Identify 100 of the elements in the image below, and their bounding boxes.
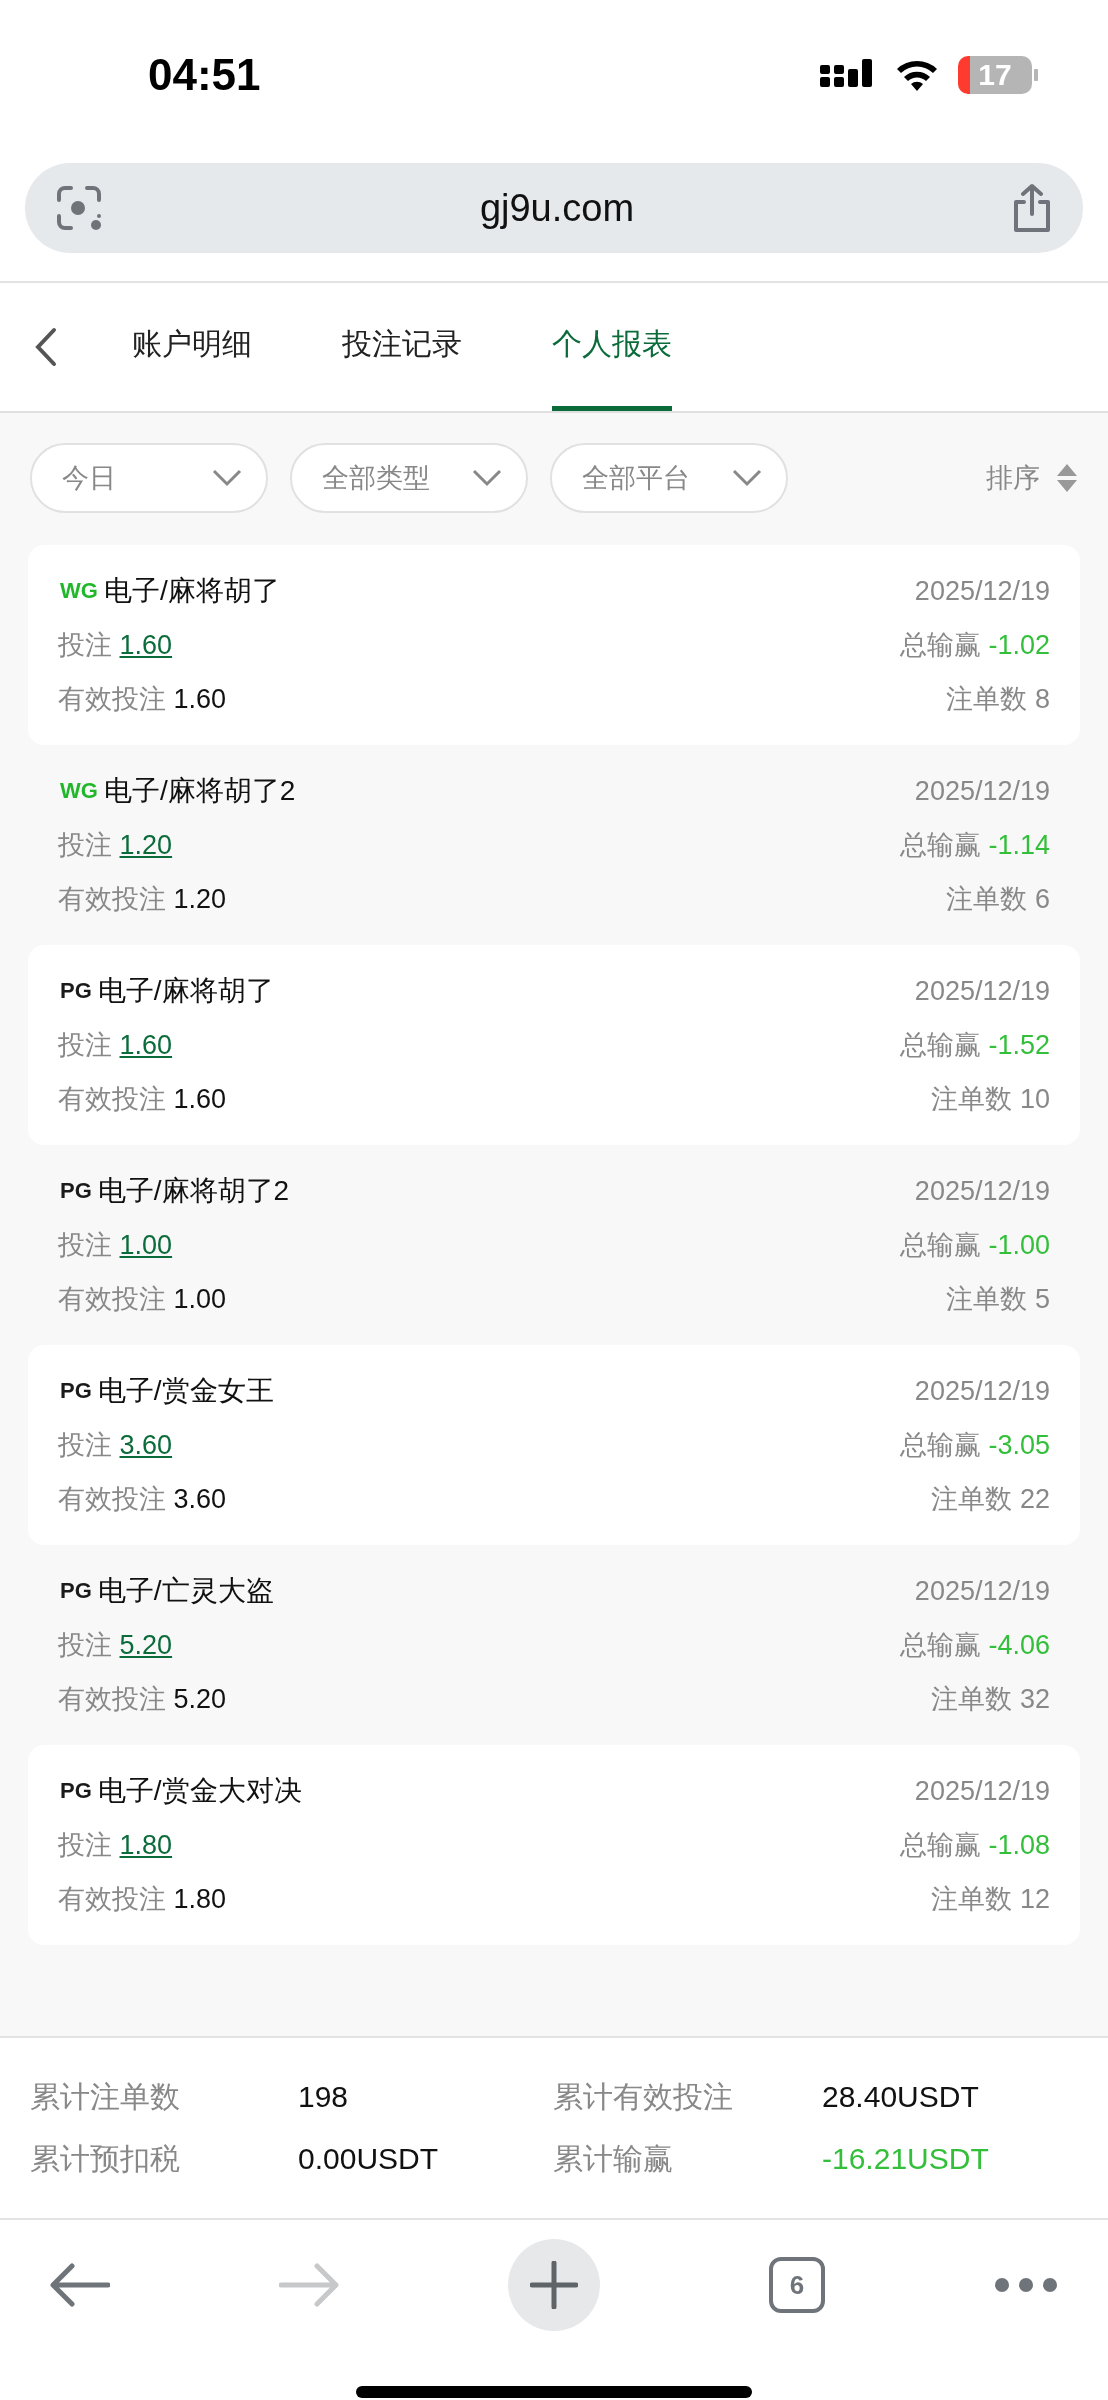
chevron-down-icon <box>212 469 242 487</box>
game-title: 电子/赏金女王 <box>97 1374 274 1408</box>
bet-count-label: 注单数 <box>931 1084 1013 1114</box>
win-loss-label: 总输赢 <box>899 1630 981 1660</box>
provider-logo: PG <box>59 1578 93 1604</box>
game-title: 电子/赏金大对决 <box>97 1774 302 1808</box>
chevron-down-icon <box>472 469 502 487</box>
bet-count-label: 注单数 <box>931 1484 1013 1514</box>
bet-amount-link[interactable]: 1.60 <box>119 630 173 660</box>
game-title: 电子/麻将胡了2 <box>97 1174 290 1208</box>
valid-bet-value: 5.20 <box>173 1684 227 1714</box>
game-title: 电子/麻将胡了2 <box>103 774 296 808</box>
bet-amount-link[interactable]: 3.60 <box>119 1430 173 1460</box>
game-title: 电子/麻将胡了 <box>97 974 274 1008</box>
bet-count-label: 注单数 <box>946 684 1028 714</box>
bet-count-value: 22 <box>1019 1484 1050 1514</box>
valid-bet-value: 1.60 <box>173 1084 227 1114</box>
valid-bet-value: 1.60 <box>173 684 227 714</box>
record-date: 2025/12/19 <box>914 1575 1050 1608</box>
chevron-down-icon <box>732 469 762 487</box>
summary-label: 累计输赢 <box>553 2141 674 2177</box>
valid-bet-label: 有效投注 <box>58 1884 166 1914</box>
valid-bet-value: 1.20 <box>173 884 227 914</box>
bet-count-value: 10 <box>1019 1084 1050 1114</box>
battery-indicator: 17 <box>958 56 1032 94</box>
win-loss-label: 总输赢 <box>899 1430 981 1460</box>
win-loss-value: -1.02 <box>988 630 1050 660</box>
share-icon[interactable] <box>1011 183 1053 233</box>
win-loss-value: -4.06 <box>988 1630 1050 1660</box>
bet-amount-link[interactable]: 1.20 <box>119 830 173 860</box>
bet-amount-link[interactable]: 5.20 <box>119 1630 173 1660</box>
summary-value: 0.00USDT <box>298 2141 440 2177</box>
filter-dropdown[interactable]: 今日 <box>30 443 268 513</box>
summary-value: 198 <box>298 2079 350 2115</box>
summary-value: 28.40USDT <box>822 2079 980 2115</box>
provider-logo: PG <box>59 1378 93 1404</box>
record-date: 2025/12/19 <box>914 1375 1050 1408</box>
bet-label: 投注 <box>58 1430 112 1460</box>
camera-scan-icon[interactable] <box>55 184 103 232</box>
filter-dropdown[interactable]: 全部平台 <box>550 443 788 513</box>
record-date: 2025/12/19 <box>914 1775 1050 1808</box>
valid-bet-label: 有效投注 <box>58 1484 166 1514</box>
bet-amount-link[interactable]: 1.80 <box>119 1830 173 1860</box>
record-date: 2025/12/19 <box>914 975 1050 1008</box>
record-date: 2025/12/19 <box>914 1175 1050 1208</box>
bet-count-label: 注单数 <box>946 1284 1028 1314</box>
valid-bet-value: 1.80 <box>173 1884 227 1914</box>
bet-count-value: 5 <box>1034 1284 1050 1314</box>
bet-label: 投注 <box>58 1830 112 1860</box>
bet-label: 投注 <box>58 830 112 860</box>
record-date: 2025/12/19 <box>914 775 1050 808</box>
sort-button[interactable]: 排序 <box>986 460 1040 496</box>
bet-count-label: 注单数 <box>931 1684 1013 1714</box>
win-loss-value: -1.52 <box>988 1030 1050 1060</box>
provider-logo: PG <box>59 1178 93 1204</box>
bet-count-value: 12 <box>1019 1884 1050 1914</box>
bet-amount-link[interactable]: 1.00 <box>119 1230 173 1260</box>
tab[interactable]: 投注记录 <box>342 283 462 411</box>
valid-bet-label: 有效投注 <box>58 1084 166 1114</box>
win-loss-value: -1.08 <box>988 1830 1050 1860</box>
valid-bet-value: 3.60 <box>173 1484 227 1514</box>
back-arrow-icon[interactable] <box>50 2263 110 2307</box>
bet-label: 投注 <box>58 1230 112 1260</box>
win-loss-label: 总输赢 <box>899 630 981 660</box>
filter-dropdown[interactable]: 全部类型 <box>290 443 528 513</box>
summary-label: 累计注单数 <box>30 2079 181 2115</box>
bet-count-label: 注单数 <box>946 884 1028 914</box>
address-bar[interactable]: gj9u.com <box>25 163 1083 253</box>
summary-label: 累计有效投注 <box>553 2079 734 2115</box>
tab-count-button[interactable]: 6 <box>769 2257 825 2313</box>
bet-count-value: 8 <box>1034 684 1050 714</box>
url-text: gj9u.com <box>479 186 635 230</box>
sort-icon[interactable] <box>1056 463 1078 493</box>
win-loss-label: 总输赢 <box>899 1030 981 1060</box>
clock-time: 04:51 <box>148 50 261 100</box>
win-loss-label: 总输赢 <box>899 1230 981 1260</box>
game-title: 电子/亡灵大盗 <box>97 1574 274 1608</box>
bet-amount-link[interactable]: 1.60 <box>119 1030 173 1060</box>
tab[interactable]: 账户明细 <box>132 283 252 411</box>
valid-bet-label: 有效投注 <box>58 1684 166 1714</box>
bet-label: 投注 <box>58 630 112 660</box>
valid-bet-value: 1.00 <box>173 1284 227 1314</box>
bet-count-value: 6 <box>1034 884 1050 914</box>
valid-bet-label: 有效投注 <box>58 884 166 914</box>
wifi-icon <box>896 58 938 92</box>
game-title: 电子/麻将胡了 <box>103 574 280 608</box>
bet-count-label: 注单数 <box>931 1884 1013 1914</box>
back-icon[interactable] <box>34 327 58 367</box>
valid-bet-label: 有效投注 <box>58 1284 166 1314</box>
win-loss-value: -3.05 <box>988 1430 1050 1460</box>
win-loss-label: 总输赢 <box>899 1830 981 1860</box>
bet-label: 投注 <box>58 1030 112 1060</box>
provider-logo: WG <box>59 578 99 604</box>
valid-bet-label: 有效投注 <box>58 684 166 714</box>
summary-label: 累计预扣税 <box>30 2141 181 2177</box>
bet-label: 投注 <box>58 1630 112 1660</box>
provider-logo: PG <box>59 978 93 1004</box>
summary-value: -16.21USDT <box>822 2141 990 2177</box>
more-icon[interactable] <box>994 2277 1058 2293</box>
plus-icon <box>530 2261 578 2309</box>
